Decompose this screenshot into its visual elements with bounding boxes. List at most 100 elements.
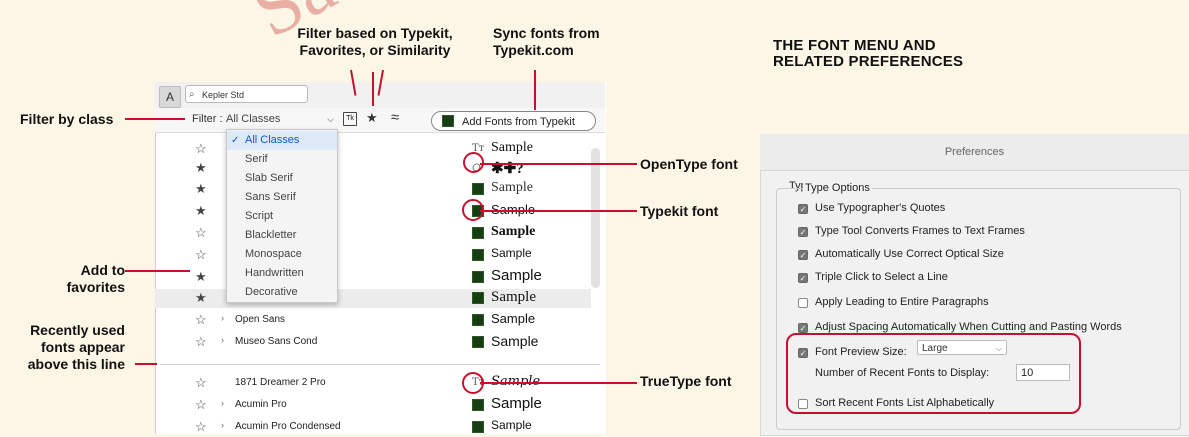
character-formatting-button[interactable]: A bbox=[159, 86, 181, 108]
font-class-option[interactable]: Script bbox=[227, 207, 337, 226]
opentype-callout: OpenType font bbox=[640, 156, 738, 172]
truetype-highlight-ring bbox=[462, 372, 484, 394]
truetype-callout: TrueType font bbox=[640, 373, 732, 389]
font-class-option[interactable]: Serif bbox=[227, 150, 337, 169]
leader-line bbox=[372, 72, 374, 106]
font-list-row[interactable]: ★Kepler StdSample bbox=[155, 289, 591, 308]
typekit-highlight-ring bbox=[462, 199, 484, 221]
opentype-highlight-ring bbox=[463, 152, 484, 173]
font-sample: Sample bbox=[491, 333, 539, 349]
favorite-star-icon[interactable]: ☆ bbox=[195, 375, 207, 391]
pref-checkbox[interactable]: ✓ bbox=[798, 273, 808, 283]
expand-chevron-icon[interactable]: › bbox=[221, 313, 224, 323]
font-sample: ✱✚? bbox=[491, 161, 524, 177]
pref-checkbox[interactable]: ✓ bbox=[798, 204, 808, 214]
favorites-filter-star-icon[interactable]: ★ bbox=[366, 110, 378, 126]
font-class-option[interactable]: Slab Serif bbox=[227, 169, 337, 188]
font-class-option[interactable]: Monospace bbox=[227, 245, 337, 264]
heading-line-2: RELATED PREFERENCES bbox=[773, 53, 964, 70]
font-list-row[interactable]: ☆ Tт Sample bbox=[155, 140, 591, 159]
font-class-option[interactable]: Blackletter bbox=[227, 226, 337, 245]
font-class-option[interactable]: Decorative bbox=[227, 283, 337, 302]
sync-fonts-callout: Sync fonts from Typekit.com bbox=[493, 25, 600, 58]
font-list-row[interactable]: ☆ › Acumin Pro Sample bbox=[155, 395, 591, 415]
expand-chevron-icon[interactable]: › bbox=[221, 398, 224, 408]
font-list-row[interactable]: ★oSample bbox=[155, 180, 591, 199]
typekit-font-callout: Typekit font bbox=[640, 203, 719, 219]
font-class-option-label: Script bbox=[245, 210, 274, 222]
favorite-star-icon[interactable]: ★ bbox=[195, 269, 207, 285]
typekit-filter-icon[interactable]: Tk bbox=[343, 112, 357, 126]
font-name: Acumin Pro Condensed bbox=[235, 421, 341, 432]
font-sample: Sample bbox=[491, 395, 542, 412]
font-search-input[interactable]: ⌕ Kepler Std bbox=[185, 85, 308, 103]
font-sample: Sample bbox=[491, 267, 542, 284]
pref-checkbox-label: Apply Leading to Entire Paragraphs bbox=[815, 296, 989, 308]
leader-line bbox=[135, 363, 157, 365]
favorite-star-icon[interactable]: ★ bbox=[195, 203, 207, 219]
font-list-row[interactable]: ☆ › Museo Sans Cond Sample bbox=[155, 333, 591, 352]
favorite-star-icon[interactable]: ☆ bbox=[195, 225, 207, 241]
font-list-row[interactable]: ☆ › Acumin Pro Condensed Sample bbox=[155, 418, 591, 437]
leader-line bbox=[480, 210, 637, 212]
pref-checkbox[interactable]: ✓ bbox=[798, 227, 808, 237]
font-list-row[interactable]: ★ O ✱✚? bbox=[155, 159, 591, 178]
recent-fonts-separator bbox=[160, 364, 600, 365]
leader-line bbox=[125, 118, 185, 120]
filter-typekit-callout: Filter based on Typekit, Favorites, or S… bbox=[297, 25, 453, 58]
font-class-option[interactable]: Handwritten bbox=[227, 264, 337, 283]
typekit-icon bbox=[472, 271, 484, 283]
favorite-star-icon[interactable]: ☆ bbox=[195, 419, 207, 435]
font-sample: Sample bbox=[491, 418, 532, 432]
expand-chevron-icon[interactable]: › bbox=[221, 335, 224, 345]
font-list-row[interactable]: ☆ Sample bbox=[155, 246, 591, 265]
font-class-option-label: Serif bbox=[245, 153, 268, 165]
font-list-scrollbar[interactable] bbox=[591, 148, 600, 288]
font-class-option[interactable]: Sans Serif bbox=[227, 188, 337, 207]
font-list-row[interactable]: ☆ Sample bbox=[155, 224, 591, 243]
typekit-icon bbox=[472, 421, 484, 433]
highlight-rectangle bbox=[786, 333, 1081, 414]
add-favorites-callout: Add to favorites bbox=[66, 262, 125, 295]
font-name: Acumin Pro bbox=[235, 399, 287, 410]
checkmark-icon: ✓ bbox=[231, 135, 240, 146]
similarity-filter-icon[interactable]: ≈ bbox=[391, 109, 399, 126]
search-icon: ⌕ bbox=[189, 89, 195, 100]
pref-checkbox[interactable] bbox=[798, 298, 808, 308]
typekit-icon bbox=[472, 336, 484, 348]
leader-line bbox=[125, 270, 190, 272]
favorite-star-icon[interactable]: ★ bbox=[195, 181, 207, 197]
favorite-star-icon[interactable]: ☆ bbox=[195, 397, 207, 413]
font-sample: Sample bbox=[491, 289, 536, 305]
pref-checkbox[interactable]: ✓ bbox=[798, 323, 808, 333]
font-class-option-label: Handwritten bbox=[245, 267, 304, 279]
favorite-star-icon[interactable]: ☆ bbox=[195, 141, 207, 157]
font-sample: Sample bbox=[491, 140, 533, 155]
typekit-icon bbox=[472, 227, 484, 239]
heading-line-1: THE FONT MENU AND bbox=[773, 37, 936, 54]
filter-label: Filter : bbox=[192, 113, 223, 125]
pref-checkbox-label: Adjust Spacing Automatically When Cuttin… bbox=[815, 321, 1122, 333]
chevron-down-icon: ⌵ bbox=[327, 114, 334, 124]
pref-checkbox[interactable]: ✓ bbox=[798, 250, 808, 260]
font-sample: Sample bbox=[491, 180, 533, 195]
favorite-star-icon[interactable]: ★ bbox=[195, 160, 207, 176]
font-list-row[interactable]: ☆ › Open Sans Sample bbox=[155, 311, 591, 330]
add-fonts-from-typekit-button[interactable]: Add Fonts from Typekit bbox=[431, 111, 596, 131]
favorite-star-icon[interactable]: ☆ bbox=[195, 312, 207, 328]
font-list-row[interactable]: ★ Sample bbox=[155, 267, 591, 287]
font-class-select[interactable]: All Classes ⌵ bbox=[226, 110, 338, 128]
font-class-option[interactable]: ✓ All Classes bbox=[227, 131, 337, 150]
pref-checkbox-label: Use Typographer's Quotes bbox=[815, 202, 946, 214]
favorite-star-icon[interactable]: ☆ bbox=[195, 247, 207, 263]
font-sample: Sample bbox=[491, 224, 536, 239]
font-class-option-label: All Classes bbox=[245, 134, 300, 146]
favorite-star-icon[interactable]: ★ bbox=[195, 290, 207, 306]
expand-chevron-icon[interactable]: › bbox=[221, 420, 224, 430]
favorite-star-icon[interactable]: ☆ bbox=[195, 334, 207, 350]
pref-checkbox-label: Type Tool Converts Frames to Text Frames bbox=[815, 225, 1025, 237]
leader-line bbox=[480, 163, 637, 165]
font-name: Open Sans bbox=[235, 314, 286, 325]
font-class-option-label: Blackletter bbox=[245, 229, 297, 241]
pref-checkbox-label: Triple Click to Select a Line bbox=[815, 271, 948, 283]
